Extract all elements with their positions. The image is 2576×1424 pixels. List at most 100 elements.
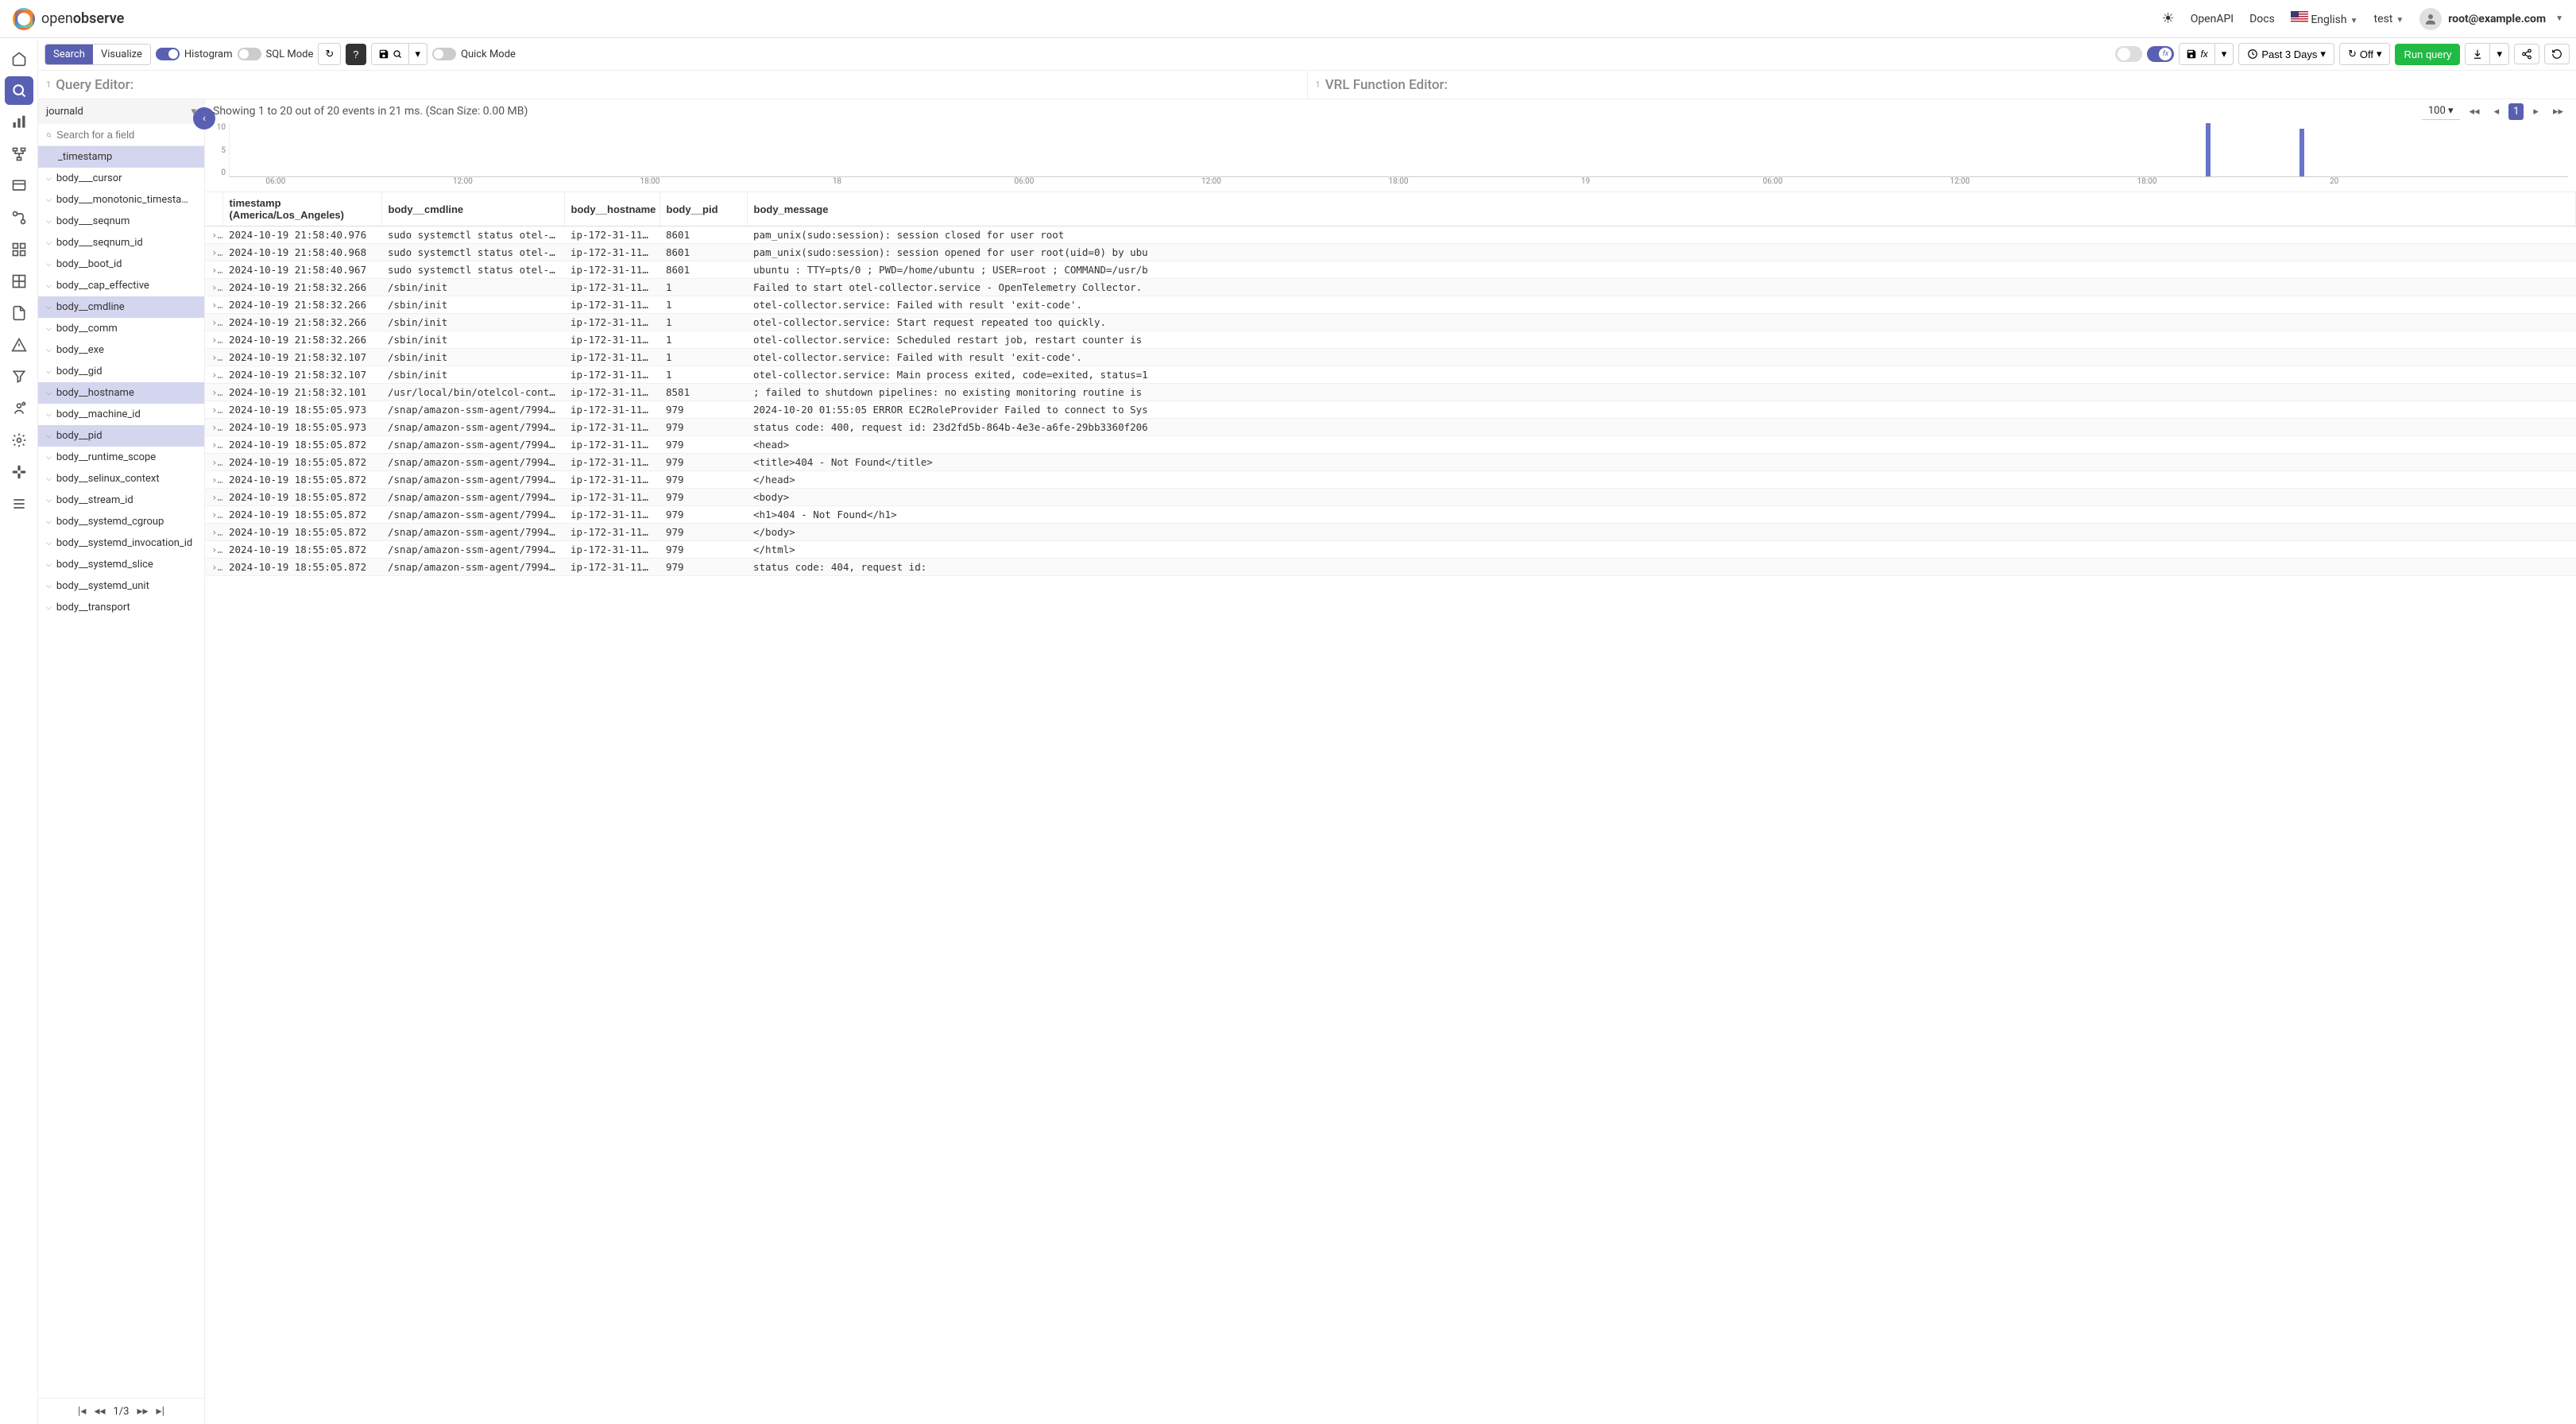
expand-row-icon[interactable]: › [205,279,222,296]
table-row[interactable]: ›2024-10-19 21:58:32.107/sbin/initip-172… [205,349,2576,366]
nav-dashboards[interactable] [5,235,33,264]
expand-row-icon[interactable]: › [205,261,222,279]
table-row[interactable]: ›2024-10-19 21:58:40.967sudo systemctl s… [205,261,2576,279]
results-page-1[interactable]: 1 [2508,103,2524,120]
quick-mode-toggle[interactable] [432,48,456,60]
field-item[interactable]: ⌵body__selinux_context [38,468,204,489]
reset-button[interactable] [2544,44,2570,64]
field-item[interactable]: ⌵body___seqnum_id [38,232,204,253]
expand-row-icon[interactable]: › [205,489,222,506]
save-view-button[interactable] [371,43,409,65]
table-row[interactable]: ›2024-10-19 18:55:05.872/snap/amazon-ssm… [205,524,2576,541]
column-header[interactable]: body__cmdline [381,192,564,226]
field-item[interactable]: ⌵body__cmdline [38,296,204,318]
histogram-toggle[interactable] [156,48,180,60]
field-item[interactable]: ⌵body__systemd_unit [38,575,204,597]
table-row[interactable]: ›2024-10-19 18:55:05.872/snap/amazon-ssm… [205,436,2576,454]
function-toggle[interactable] [2147,46,2174,62]
field-item[interactable]: ⌵body__exe [38,339,204,361]
run-query-button[interactable]: Run query [2395,44,2460,65]
nav-management[interactable] [5,426,33,455]
field-item[interactable]: ⌵body__gid [38,361,204,382]
column-header[interactable]: body__hostname [564,192,659,226]
nav-home[interactable] [5,44,33,73]
openapi-link[interactable]: OpenAPI [2191,13,2234,25]
expand-row-icon[interactable]: › [205,454,222,471]
nav-functions[interactable] [5,362,33,391]
table-row[interactable]: ›2024-10-19 21:58:32.266/sbin/initip-172… [205,314,2576,331]
field-item[interactable]: ⌵body___seqnum [38,211,204,232]
expand-row-icon[interactable]: › [205,244,222,261]
field-item[interactable]: ⌵body__hostname [38,382,204,404]
table-row[interactable]: ›2024-10-19 18:55:05.872/snap/amazon-ssm… [205,489,2576,506]
results-next-fast[interactable]: ▸▸ [2548,103,2568,120]
table-row[interactable]: ›2024-10-19 18:55:05.872/snap/amazon-ssm… [205,506,2576,524]
column-header[interactable]: body__pid [659,192,747,226]
nav-rum[interactable] [5,172,33,200]
field-item[interactable]: ⌵body__boot_id [38,253,204,275]
results-next[interactable]: ▸ [2528,103,2543,120]
expand-row-icon[interactable]: › [205,471,222,489]
table-row[interactable]: ›2024-10-19 18:55:05.872/snap/amazon-ssm… [205,471,2576,489]
user-menu[interactable]: root@example.com▼ [2419,8,2563,30]
table-row[interactable]: ›2024-10-19 21:58:32.266/sbin/initip-172… [205,279,2576,296]
expand-row-icon[interactable]: › [205,331,222,349]
fields-prev-page[interactable]: ◂◂ [94,1405,105,1418]
expand-row-icon[interactable]: › [205,296,222,314]
field-search-input[interactable] [56,129,196,141]
refresh-interval-button[interactable]: ↻ Off ▾ [2339,43,2391,65]
field-item[interactable]: ⌵body__pid [38,425,204,447]
language-select[interactable]: English▼ [2291,11,2358,26]
results-prev[interactable]: ◂ [2489,103,2504,120]
expand-row-icon[interactable]: › [205,366,222,384]
nav-iam[interactable] [5,394,33,423]
field-item[interactable]: ⌵body__systemd_cgroup [38,511,204,532]
field-item[interactable]: ⌵body__comm [38,318,204,339]
super-query-toggle[interactable] [2115,46,2142,62]
table-row[interactable]: ›2024-10-19 18:55:05.973/snap/amazon-ssm… [205,419,2576,436]
nav-metrics[interactable] [5,108,33,137]
field-item[interactable]: ⌵body__machine_id [38,404,204,425]
expand-row-icon[interactable]: › [205,559,222,576]
expand-row-icon[interactable]: › [205,384,222,401]
expand-row-icon[interactable]: › [205,419,222,436]
field-item[interactable]: ⌵body__transport [38,597,204,618]
time-range-button[interactable]: Past 3 Days ▾ [2238,43,2334,65]
sql-mode-toggle[interactable] [238,48,261,60]
expand-row-icon[interactable]: › [205,349,222,366]
table-row[interactable]: ›2024-10-19 21:58:32.107/sbin/initip-172… [205,366,2576,384]
table-row[interactable]: ›2024-10-19 21:58:32.266/sbin/initip-172… [205,331,2576,349]
download-dropdown[interactable]: ▾ [2490,43,2509,65]
field-item[interactable]: ⌵body__systemd_invocation_id [38,532,204,554]
expand-row-icon[interactable]: › [205,506,222,524]
tab-search[interactable]: Search [45,44,93,64]
field-item[interactable]: ⌵body___monotonic_timesta… [38,189,204,211]
share-button[interactable] [2514,44,2539,64]
table-row[interactable]: ›2024-10-19 21:58:32.101/usr/local/bin/o… [205,384,2576,401]
collapse-sidebar-button[interactable]: ‹ [193,107,215,130]
query-editor[interactable]: 1 Query Editor: [38,71,1307,99]
download-button[interactable] [2465,43,2490,65]
field-item[interactable]: ⌵body___cursor [38,168,204,189]
refresh-fields-button[interactable]: ↻ [318,43,341,65]
nav-pipelines[interactable] [5,203,33,232]
nav-alerts[interactable] [5,331,33,359]
table-row[interactable]: ›2024-10-19 21:58:40.976sudo systemctl s… [205,226,2576,244]
expand-row-icon[interactable]: › [205,314,222,331]
fields-last-page[interactable]: ▸| [157,1405,164,1418]
save-function-button[interactable]: fx [2179,43,2214,65]
vrl-editor[interactable]: 1 VRL Function Editor: [1307,71,2576,99]
histogram-chart[interactable]: 1050 06:0012:0018:001806:0012:0018:00190… [229,123,2568,188]
save-view-dropdown[interactable]: ▾ [409,43,428,65]
expand-row-icon[interactable]: › [205,401,222,419]
column-header[interactable]: timestamp (America/Los_Angeles) [222,192,381,226]
page-size-select[interactable]: 100 ▾ [2422,103,2460,120]
tab-visualize[interactable]: Visualize [93,44,150,64]
nav-reports[interactable] [5,299,33,327]
table-row[interactable]: ›2024-10-19 18:55:05.973/snap/amazon-ssm… [205,401,2576,419]
table-row[interactable]: ›2024-10-19 18:55:05.872/snap/amazon-ssm… [205,541,2576,559]
table-row[interactable]: ›2024-10-19 18:55:05.872/snap/amazon-ssm… [205,454,2576,471]
table-row[interactable]: ›2024-10-19 21:58:32.266/sbin/initip-172… [205,296,2576,314]
brand-logo[interactable]: openobserve [13,8,124,30]
nav-streams[interactable] [5,267,33,296]
